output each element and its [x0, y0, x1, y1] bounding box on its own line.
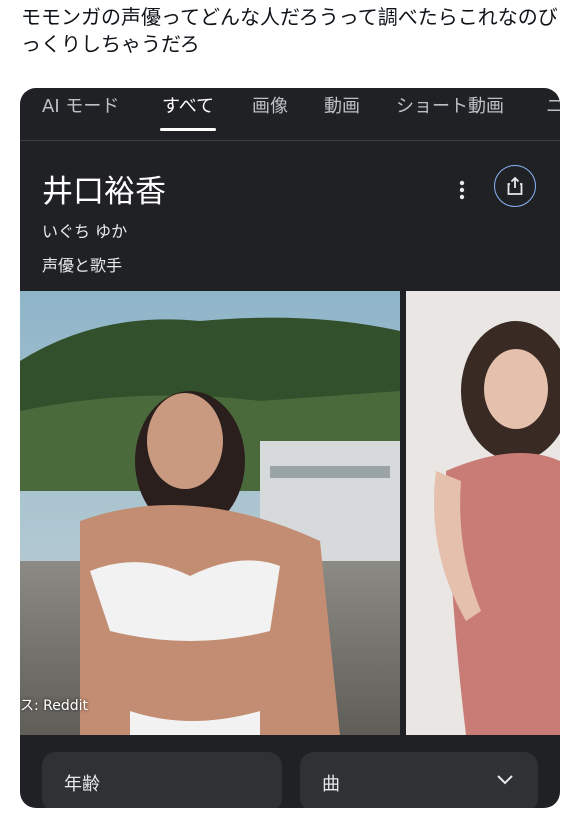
share-button[interactable]	[494, 165, 536, 207]
tab-all[interactable]: すべて	[162, 95, 214, 119]
tab-short-videos[interactable]: ショート動画	[396, 95, 504, 119]
tab-ai-mode[interactable]: AI モード	[42, 95, 119, 119]
chip-age[interactable]: 年齢	[42, 752, 282, 808]
search-tabs: AI モード すべて 画像 動画 ショート動画 ニ	[20, 88, 560, 141]
tab-images[interactable]: 画像	[252, 95, 288, 119]
page-title: 井口裕香	[42, 174, 166, 210]
tab-videos[interactable]: 動画	[324, 95, 360, 119]
entity-description: 声優と歌手	[42, 256, 123, 275]
image-source-caption: ス: Reddit	[20, 698, 89, 714]
photo-placeholder	[20, 291, 400, 735]
more-vert-icon	[459, 180, 465, 200]
image-result-1[interactable]	[20, 291, 400, 735]
tweet-text: モモンガの声優ってどんな人だろうって調べたらこれなのびっくりしちゃうだろ	[21, 5, 558, 56]
share-icon	[507, 176, 523, 195]
name-reading: いぐち ゆか	[42, 222, 128, 241]
chevron-down-icon	[497, 775, 513, 785]
google-search-card: AI モード すべて 画像 動画 ショート動画 ニ 井口裕香 いぐち ゆか 声優…	[20, 88, 560, 808]
active-tab-indicator	[160, 128, 216, 131]
image-result-2[interactable]	[406, 291, 560, 735]
more-options-button[interactable]	[448, 176, 476, 204]
chip-songs[interactable]: 曲	[300, 752, 538, 808]
chip-age-label: 年齢	[64, 774, 100, 795]
photo-placeholder	[406, 291, 560, 735]
tab-news[interactable]: ニ	[546, 95, 560, 119]
chip-songs-label: 曲	[322, 774, 340, 795]
